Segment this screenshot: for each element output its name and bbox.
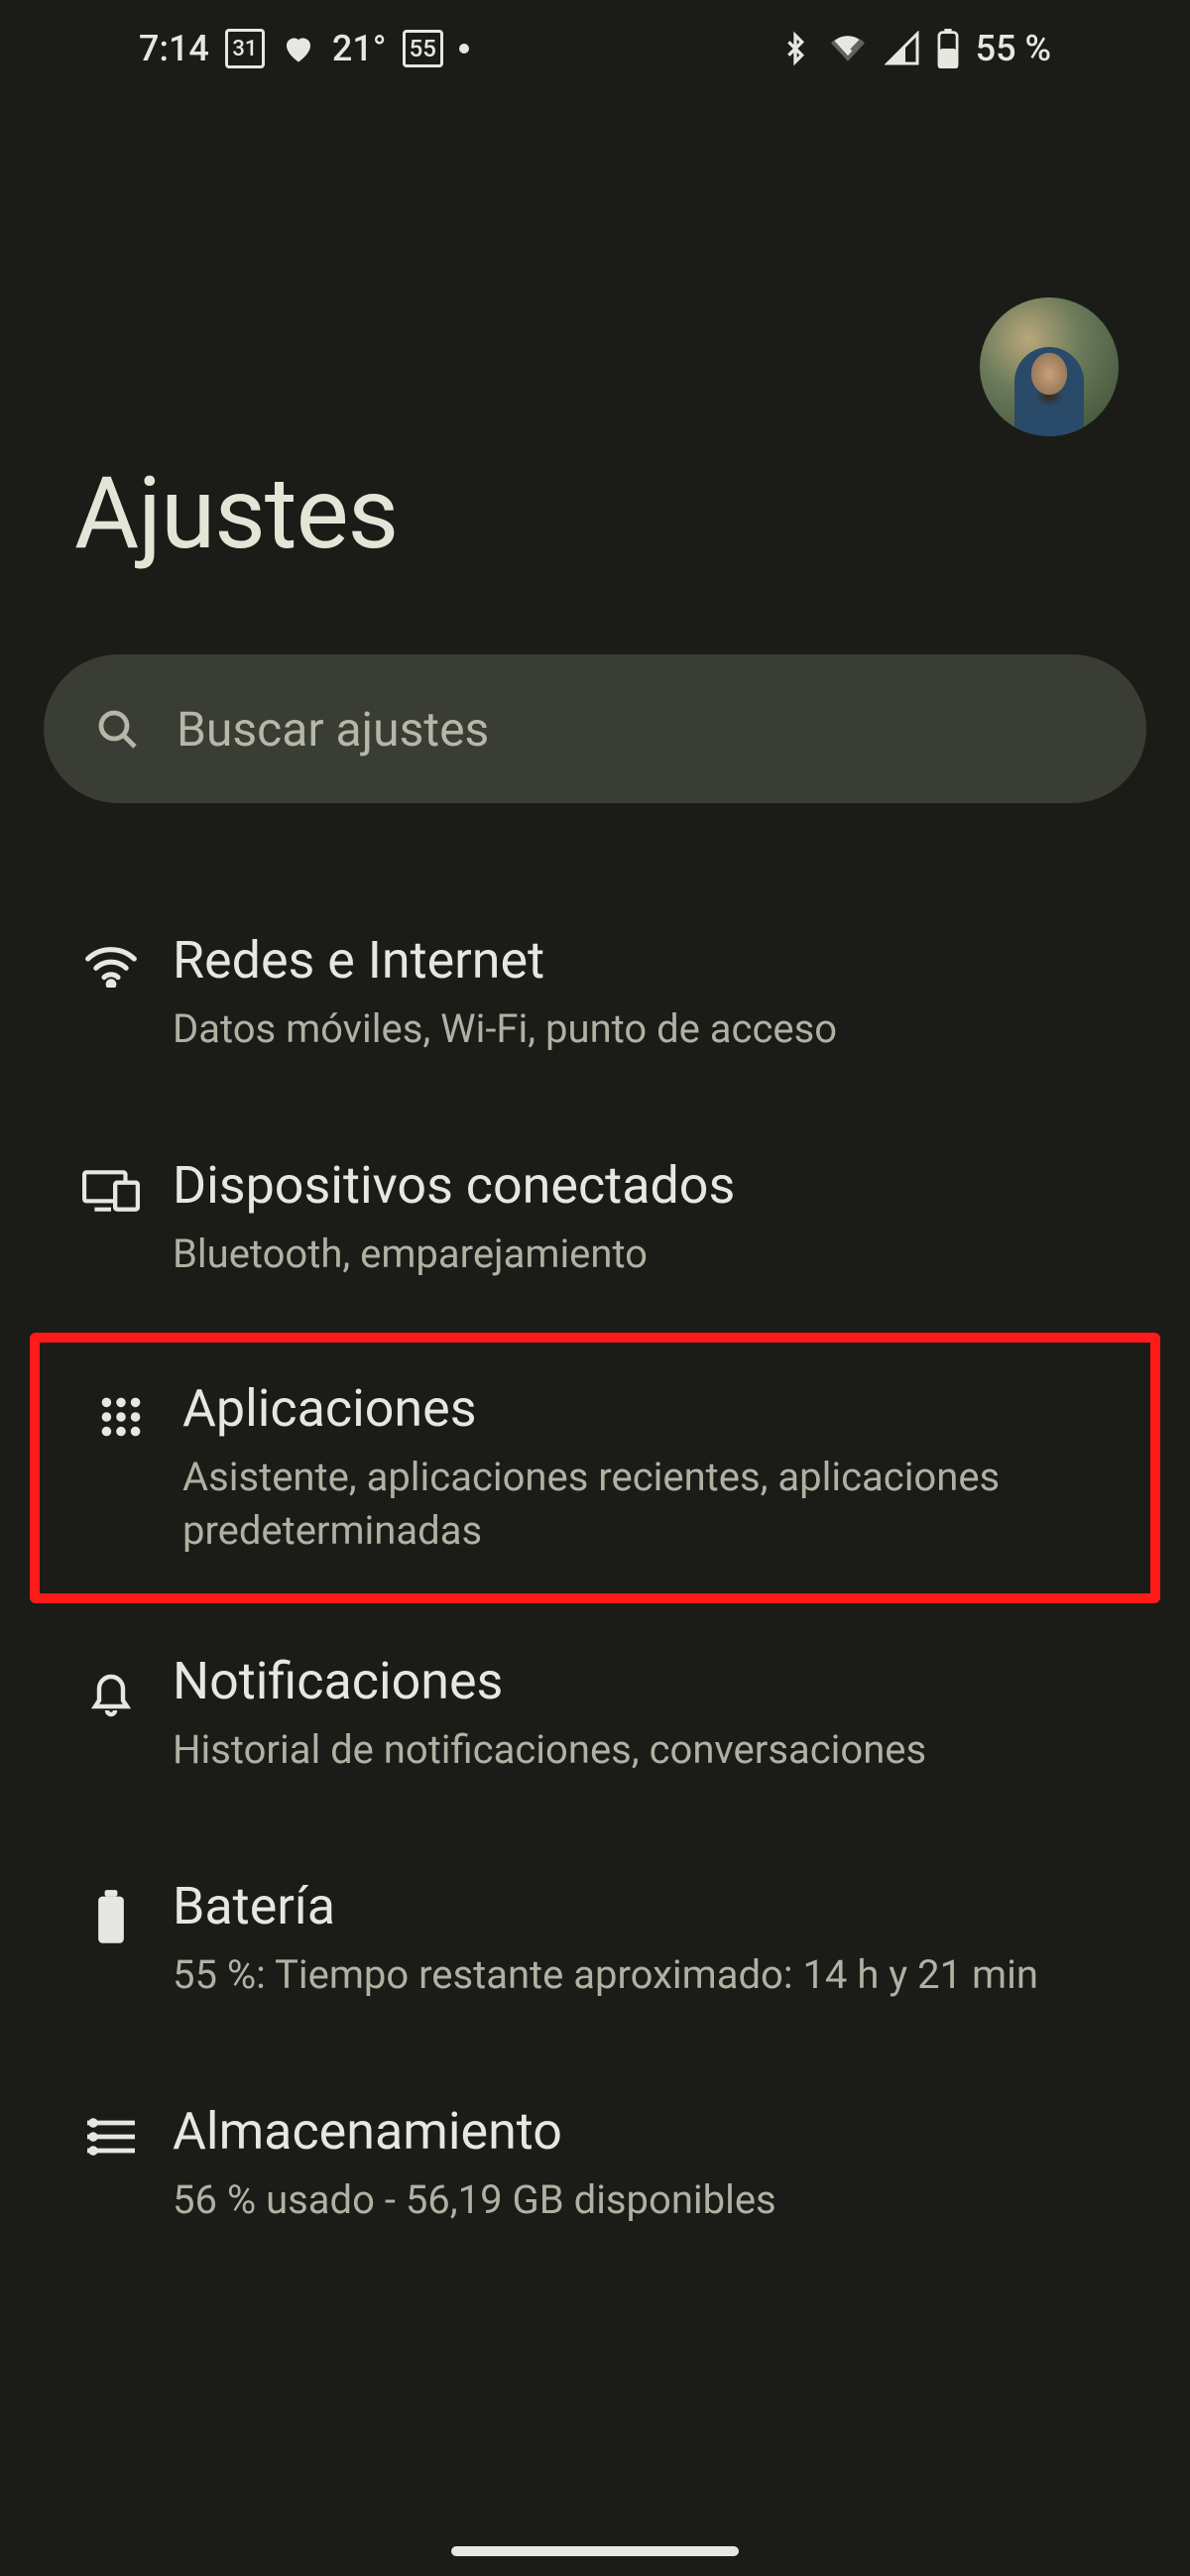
item-notifications[interactable]: Notificaciones Historial de notificacion…	[40, 1603, 1150, 1828]
status-dot	[459, 44, 469, 54]
status-bar: 7:14 31 21° 55 55 %	[0, 0, 1190, 89]
nav-pill[interactable]	[451, 2546, 739, 2556]
item-title: Aplicaciones	[182, 1378, 1119, 1439]
calendar-icon: 31	[225, 29, 265, 68]
item-subtitle: Bluetooth, emparejamiento	[173, 1228, 1129, 1281]
item-battery[interactable]: Batería 55 %: Tiempo restante aproximado…	[40, 1828, 1150, 2053]
bluetooth-icon	[779, 30, 811, 67]
devices-icon	[61, 1155, 161, 1213]
item-subtitle: 56 % usado - 56,19 GB disponibles	[173, 2173, 1129, 2227]
item-title: Notificaciones	[173, 1651, 1129, 1711]
item-connected-devices[interactable]: Dispositivos conectados Bluetooth, empar…	[40, 1108, 1150, 1333]
battery-icon	[61, 1876, 161, 1945]
item-subtitle: Asistente, aplicaciones recientes, aplic…	[182, 1451, 1119, 1558]
status-time: 7:14	[139, 28, 209, 69]
search-placeholder: Buscar ajustes	[177, 701, 489, 758]
status-left: 7:14 31 21° 55	[139, 28, 469, 69]
aqi-icon: 55	[403, 30, 443, 67]
storage-icon	[61, 2101, 161, 2159]
item-subtitle: Datos móviles, Wi-Fi, punto de acceso	[173, 1002, 1129, 1056]
bell-icon	[61, 1651, 161, 1720]
status-right: 55 %	[779, 28, 1051, 69]
page-title: Ajustes	[74, 456, 398, 572]
status-battery-pct: 55 %	[976, 28, 1051, 69]
wifi-icon	[61, 930, 161, 988]
item-title: Almacenamiento	[173, 2101, 1129, 2162]
wifi-icon	[827, 32, 869, 65]
item-storage[interactable]: Almacenamiento 56 % usado - 56,19 GB dis…	[40, 2053, 1150, 2279]
item-subtitle: Historial de notificaciones, conversacio…	[173, 1723, 1129, 1777]
search-icon	[93, 705, 141, 753]
apps-icon	[71, 1378, 171, 1442]
item-title: Batería	[173, 1876, 1129, 1936]
settings-list: Redes e Internet Datos móviles, Wi-Fi, p…	[0, 882, 1190, 2279]
item-title: Dispositivos conectados	[173, 1155, 1129, 1216]
signal-icon	[885, 31, 920, 66]
profile-avatar[interactable]	[980, 297, 1119, 436]
item-title: Redes e Internet	[173, 930, 1129, 991]
heart-icon	[281, 31, 316, 66]
item-subtitle: 55 %: Tiempo restante aproximado: 14 h y…	[173, 1948, 1129, 2002]
status-temp: 21°	[332, 28, 387, 69]
item-apps[interactable]: Aplicaciones Asistente, aplicaciones rec…	[30, 1333, 1160, 1603]
search-bar[interactable]: Buscar ajustes	[44, 654, 1146, 803]
item-network[interactable]: Redes e Internet Datos móviles, Wi-Fi, p…	[40, 882, 1150, 1108]
battery-icon	[936, 29, 960, 68]
